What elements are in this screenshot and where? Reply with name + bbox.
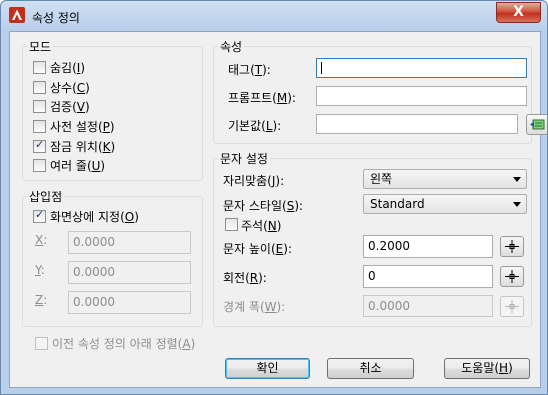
multiline-label[interactable]: 여러 줄(U) xyxy=(50,157,105,174)
lock-position-label[interactable]: 잠금 위치(K) xyxy=(50,138,115,155)
specify-on-screen-label[interactable]: 화면상에 지정(O) xyxy=(50,208,139,225)
justification-value: 왼쪽 xyxy=(370,172,393,186)
justification-select[interactable]: 왼쪽 xyxy=(363,169,527,189)
lock-position-checkbox[interactable] xyxy=(33,138,46,153)
crosshair-pick-icon xyxy=(505,240,519,253)
text-height-field[interactable]: 0.2000 xyxy=(363,235,493,258)
window-title: 속성 정의 xyxy=(32,11,80,25)
close-button[interactable]: X xyxy=(496,2,541,23)
text-style-select[interactable]: Standard xyxy=(363,194,527,214)
constant-label[interactable]: 상수(C) xyxy=(50,79,90,96)
z-label: Z: xyxy=(35,293,48,307)
annotative-checkbox[interactable] xyxy=(225,218,238,231)
justification-label: 자리맞춤(J): xyxy=(223,174,285,188)
z-field[interactable]: 0.0000 xyxy=(68,291,191,314)
text-style-value: Standard xyxy=(370,197,425,211)
ok-button[interactable]: 확인 xyxy=(225,358,310,379)
verify-label[interactable]: 검증(V) xyxy=(50,98,90,115)
hidden-label[interactable]: 숨김(I) xyxy=(50,59,85,76)
boundary-width-label: 경계 폭(W): xyxy=(223,300,286,314)
pick-text-height-button[interactable] xyxy=(500,236,524,257)
constant-checkbox[interactable] xyxy=(33,81,46,94)
pick-boundary-width-button[interactable] xyxy=(500,296,524,317)
annotative-label[interactable]: 주석(N) xyxy=(241,217,281,234)
tag-label: 태그(T): xyxy=(228,63,271,77)
text-style-label: 문자 스타일(S): xyxy=(223,199,304,213)
default-label: 기본값(L): xyxy=(228,119,282,133)
attribute-group-title: 속성 xyxy=(218,38,245,55)
boundary-width-field[interactable]: 0.0000 xyxy=(363,295,493,317)
text-caret xyxy=(321,62,322,74)
hidden-checkbox[interactable] xyxy=(33,61,46,74)
align-below-label: 이전 속성 정의 아래 정렬(A) xyxy=(52,337,196,351)
title-bar[interactable]: 속성 정의 X xyxy=(1,1,547,31)
verify-checkbox[interactable] xyxy=(33,100,46,113)
prompt-label: 프롬프트(M): xyxy=(228,91,296,105)
tag-field[interactable] xyxy=(316,58,527,78)
rotation-label: 회전(R): xyxy=(223,271,267,285)
align-below-checkbox[interactable] xyxy=(35,337,48,350)
default-field[interactable] xyxy=(316,114,518,134)
preset-label[interactable]: 사전 설정(P) xyxy=(50,118,115,135)
specify-on-screen-checkbox[interactable] xyxy=(33,208,46,223)
rotation-field[interactable]: 0 xyxy=(363,265,493,288)
y-label: Y: xyxy=(35,263,45,277)
preset-checkbox[interactable] xyxy=(33,120,46,133)
multiline-checkbox[interactable] xyxy=(33,159,46,172)
pick-rotation-button[interactable] xyxy=(500,266,524,287)
x-label: X: xyxy=(35,233,48,247)
prompt-field[interactable] xyxy=(316,86,527,106)
close-icon: X xyxy=(513,4,524,20)
mode-group-title: 모드 xyxy=(27,38,54,55)
insert-field-button[interactable] xyxy=(526,114,547,135)
crosshair-pick-icon xyxy=(505,270,519,283)
x-field[interactable]: 0.0000 xyxy=(68,231,191,254)
text-height-label: 문자 높이(E): xyxy=(223,242,292,256)
help-button[interactable]: 도움말(H) xyxy=(444,358,530,379)
y-field[interactable]: 0.0000 xyxy=(68,261,191,284)
dialog-body: 모드 숨김(I) 상수(C) 검증(V) 사전 설정(P) 잠금 위치(K) 여… xyxy=(9,31,547,388)
insert-field-icon xyxy=(530,119,545,130)
chevron-down-icon xyxy=(513,202,521,207)
text-settings-group-title: 문자 설정 xyxy=(218,150,270,167)
cancel-button[interactable]: 취소 xyxy=(327,358,414,379)
attribute-definition-dialog: 속성 정의 X 모드 숨김(I) 상수(C) 검증(V) 사전 설정(P) 잠금… xyxy=(0,0,548,395)
insertion-point-group-title: 삽입점 xyxy=(27,188,65,205)
autocad-a-icon xyxy=(9,7,25,23)
crosshair-pick-icon xyxy=(505,300,519,313)
chevron-down-icon xyxy=(513,177,521,182)
